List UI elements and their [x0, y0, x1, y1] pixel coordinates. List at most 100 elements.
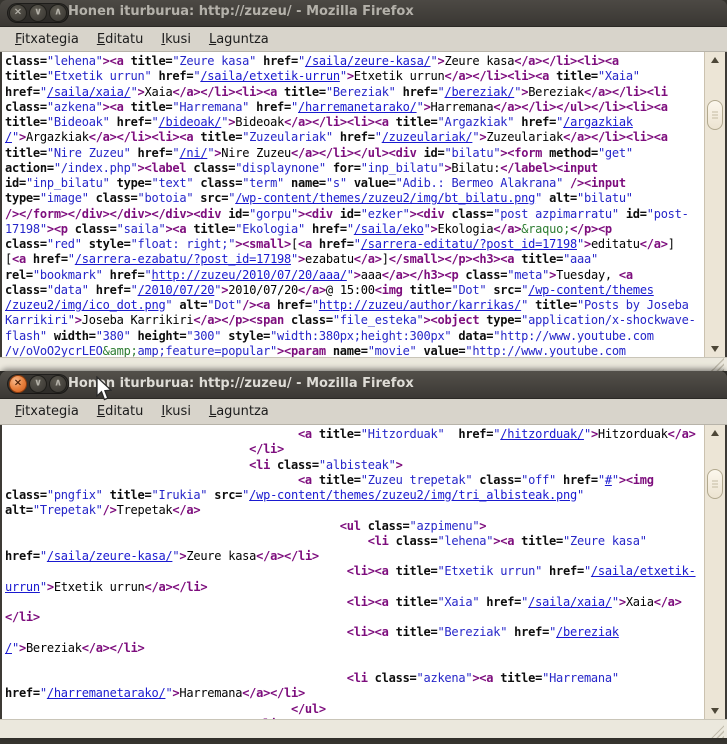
- source-line: <li class="albisteak">: [5, 458, 704, 473]
- source-link[interactable]: /hitzorduak/: [500, 427, 584, 441]
- source-line: title="Bideoak" href="/bideoak/">Bideoak…: [5, 115, 704, 130]
- source-link[interactable]: /saila/etxetik-urrun: [200, 69, 340, 83]
- source-link[interactable]: /: [5, 130, 12, 144]
- scroll-down-icon[interactable]: [705, 342, 725, 356]
- source-link[interactable]: /saila/xaia/: [47, 85, 131, 99]
- source-link[interactable]: /sarrera-editatu/?post_id=17198: [361, 237, 577, 251]
- source-link[interactable]: /bereziak/: [444, 85, 514, 99]
- close-button[interactable]: ×: [9, 375, 27, 393]
- menu-item-editatu[interactable]: Editatu: [88, 402, 152, 421]
- desktop: × ∨ ∧ Honen iturburua: http://zuzeu/ - M…: [0, 0, 727, 744]
- source-line: </li>: [5, 610, 704, 625]
- menu-item-ikusi[interactable]: Ikusi: [152, 402, 200, 421]
- source-line: [<a href="/sarrera-ezabatu/?post_id=1719…: [5, 252, 704, 267]
- source-link[interactable]: /bideoak/: [158, 115, 221, 129]
- source-line: <li><a title="Bereziak" href="/bereziak: [5, 625, 704, 640]
- source-link[interactable]: #: [605, 473, 612, 487]
- source-line: title="Nire Zuzeu" href="/ni/">Nire Zuze…: [5, 146, 704, 161]
- window-controls: × ∨ ∧: [7, 3, 69, 23]
- resize-grip-icon[interactable]: [711, 725, 724, 738]
- source-line: flash" width="380" height="300" style="w…: [5, 329, 704, 344]
- source-link[interactable]: /saila/zeure-kasa/: [305, 54, 431, 68]
- minimize-icon: ∨: [30, 5, 46, 21]
- source-line: class="pngfix" title="Irukia" src="/wp-c…: [5, 488, 704, 503]
- source-line: [5, 656, 704, 671]
- source-line: <ul class="azpimenu">: [5, 519, 704, 534]
- source-line: Karrikiri">Joseba Karrikiri</a></p><span…: [5, 313, 704, 328]
- window-bottom-source-view: × ∨ ∧ Honen iturburua: http://zuzeu/ - M…: [0, 371, 727, 738]
- status-bar: [0, 357, 727, 371]
- resize-grip-icon[interactable]: [711, 358, 724, 371]
- window-controls: × ∨ ∧: [7, 374, 69, 394]
- source-link[interactable]: /saila/zeure-kasa/: [47, 549, 173, 563]
- source-line: class="red" style="float: right;"><small…: [5, 237, 704, 252]
- source-line: href="/harremanetarako/">Harremana</a></…: [5, 686, 704, 701]
- source-line: id="inp_bilatu" type="text" class="term"…: [5, 176, 704, 191]
- source-link[interactable]: /zuzeu2/img/ico_dot.png: [5, 298, 165, 312]
- source-link[interactable]: /wp-content/themes: [528, 283, 654, 297]
- close-button[interactable]: ×: [9, 4, 27, 22]
- source-link[interactable]: /ni/: [179, 146, 207, 160]
- source-link[interactable]: /argazkiak: [563, 115, 633, 129]
- window-title: Honen iturburua: http://zuzeu/ - Mozilla…: [68, 4, 414, 19]
- source-link[interactable]: /harremanetarako/: [298, 100, 417, 114]
- source-link[interactable]: /saila/etxetik-: [591, 564, 696, 578]
- menu-item-editatu[interactable]: Editatu: [88, 30, 152, 49]
- source-link[interactable]: urrun: [5, 580, 40, 594]
- source-line: href="/saila/xaia/">Xaia</a></li><li><a …: [5, 85, 704, 100]
- source-link[interactable]: /bereziak: [556, 625, 619, 639]
- source-link[interactable]: /: [5, 641, 12, 655]
- source-line: action="/index.php"><label class="displa…: [5, 161, 704, 176]
- source-line: rel="bookmark" href="http://zuzeu/2010/0…: [5, 268, 704, 283]
- source-link[interactable]: /sarrera-ezabatu/?post_id=17198: [75, 252, 291, 266]
- source-line: </ul>: [5, 702, 704, 717]
- source-line: class="azkena"><a title="Harremana" href…: [5, 100, 704, 115]
- source-line: <li><a title="Xaia" href="/saila/xaia/">…: [5, 595, 704, 610]
- minimize-button[interactable]: ∨: [29, 375, 47, 393]
- menu-item-laguntza[interactable]: Laguntza: [200, 402, 278, 421]
- scroll-up-icon[interactable]: [705, 426, 725, 440]
- source-line: alt="Trepetak"/>Trepetak</a>: [5, 503, 704, 518]
- titlebar[interactable]: × ∨ ∧ Honen iturburua: http://zuzeu/ - M…: [0, 371, 727, 399]
- source-line: <li class="azkena"><a title="Harremana": [5, 671, 704, 686]
- scrollbar-thumb[interactable]: [707, 100, 723, 130]
- window-title: Honen iturburua: http://zuzeu/ - Mozilla…: [68, 376, 414, 391]
- menu-item-fitxategia[interactable]: Fitxategia: [6, 402, 88, 421]
- source-line: /">Bereziak</a></li>: [5, 641, 704, 656]
- source-link[interactable]: http://zuzeu/author/karrikas/: [319, 298, 521, 312]
- source-line: <li class="lehena"><a title="Zeure kasa": [5, 534, 704, 549]
- source-link[interactable]: /wp-content/themes/zuzeu2/img/tri_albist…: [249, 488, 577, 502]
- menu-item-laguntza[interactable]: Laguntza: [200, 30, 278, 49]
- menu-item-fitxategia[interactable]: Fitxategia: [6, 30, 88, 49]
- source-line: /zuzeu2/img/ico_dot.png" alt="Dot"/><a h…: [5, 298, 704, 313]
- source-line: /v/oVoO2ycrLEO&amp;amp;feature=popular">…: [5, 344, 704, 357]
- source-link[interactable]: /zuzeulariak/: [382, 130, 473, 144]
- minimize-button[interactable]: ∨: [29, 4, 47, 22]
- vertical-scrollbar[interactable]: [704, 52, 725, 357]
- scroll-up-icon[interactable]: [705, 53, 725, 67]
- source-view: <a title="Hitzorduak" href="/hitzorduak/…: [2, 425, 725, 719]
- source-line: <a title="Hitzorduak" href="/hitzorduak/…: [5, 427, 704, 442]
- source-link[interactable]: /wp-content/themes/zuzeu2/img/bt_bilatu.…: [235, 191, 535, 205]
- maximize-icon: ∧: [50, 5, 66, 21]
- maximize-button[interactable]: ∧: [49, 375, 67, 393]
- source-code: <a title="Hitzorduak" href="/hitzorduak/…: [2, 425, 704, 719]
- source-line: /">Argazkiak</a></li><li><a title="Zuzeu…: [5, 130, 704, 145]
- scroll-down-icon[interactable]: [705, 704, 725, 718]
- source-link[interactable]: /harremanetarako/: [47, 686, 166, 700]
- source-link[interactable]: /saila/xaia/: [528, 595, 612, 609]
- titlebar[interactable]: × ∨ ∧ Honen iturburua: http://zuzeu/ - M…: [0, 0, 727, 27]
- source-line: <li><a title="Etxetik urrun" href="/sail…: [5, 564, 704, 579]
- menu-item-ikusi[interactable]: Ikusi: [152, 30, 200, 49]
- source-line: class="data" href="/2010/07/20">2010/07/…: [5, 283, 704, 298]
- source-view: class="lehena"><a title="Zeure kasa" hre…: [2, 52, 725, 357]
- source-link[interactable]: /2010/07/20: [138, 283, 215, 297]
- scrollbar-thumb[interactable]: [707, 469, 723, 499]
- window-top-source-view: × ∨ ∧ Honen iturburua: http://zuzeu/ - M…: [0, 0, 727, 371]
- vertical-scrollbar[interactable]: [704, 425, 725, 719]
- source-link[interactable]: http://zuzeu/2010/07/20/aaa/: [152, 268, 347, 282]
- source-link[interactable]: /saila/eko: [354, 222, 424, 236]
- maximize-button[interactable]: ∧: [49, 4, 67, 22]
- source-line: /></form></div></div></div><div id="gorp…: [5, 207, 704, 222]
- source-line: 17198"><p class="saila"><a title="Ekolog…: [5, 222, 704, 237]
